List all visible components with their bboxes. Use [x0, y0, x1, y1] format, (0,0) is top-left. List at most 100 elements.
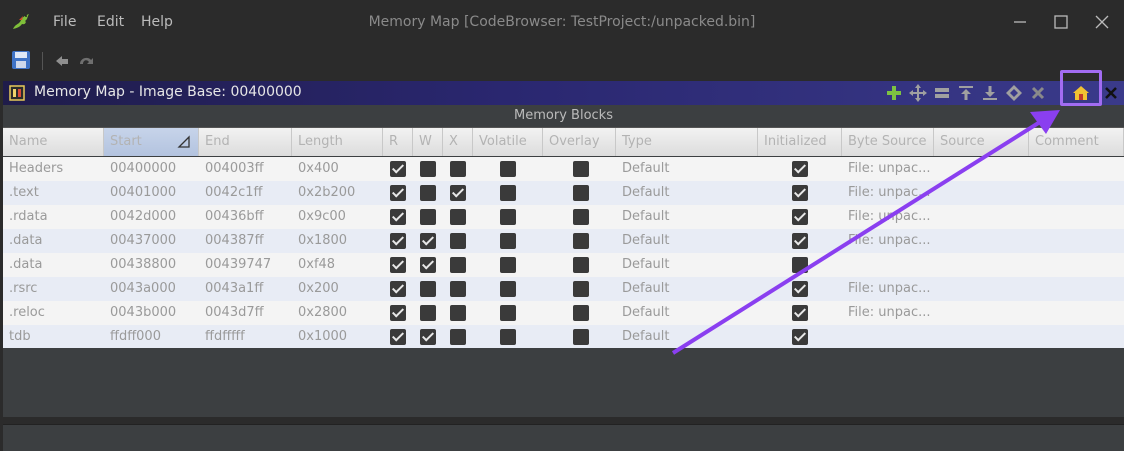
- redo-icon[interactable]: [76, 49, 96, 71]
- cell-start: 00401000: [110, 185, 177, 200]
- checkbox-x[interactable]: [450, 281, 466, 297]
- panel-title: Memory Map - Image Base: 00400000: [34, 84, 302, 100]
- cell-name: .rdata: [9, 209, 48, 224]
- save-icon[interactable]: [10, 49, 32, 71]
- checkbox-x[interactable]: [450, 305, 466, 321]
- column-header-initialized[interactable]: Initialized: [758, 128, 842, 156]
- column-header-comment[interactable]: Comment: [1029, 128, 1124, 156]
- cell-length: 0x9c00: [298, 209, 346, 224]
- expand-down-icon[interactable]: [980, 83, 1000, 103]
- cell-source: [934, 277, 1029, 301]
- table-row[interactable]: .data 00438800 00439747 0xf48 Default: [3, 253, 1124, 277]
- checkbox-r[interactable]: [390, 305, 406, 321]
- checkbox-volatile[interactable]: [500, 281, 516, 297]
- checkbox-w[interactable]: [420, 185, 436, 201]
- checkbox-x[interactable]: [450, 329, 466, 345]
- table-row[interactable]: tdb ffdff000 ffdfffff 0x1000 Default: [3, 325, 1124, 349]
- checkbox-volatile[interactable]: [500, 161, 516, 177]
- table-row[interactable]: .text 00401000 0042c1ff 0x2b200 Default File:…: [3, 181, 1124, 205]
- checkbox-initialized[interactable]: [792, 185, 808, 201]
- checkbox-initialized[interactable]: [792, 209, 808, 225]
- table-row[interactable]: .data 00437000 004387ff 0x1800 Default File: …: [3, 229, 1124, 253]
- table-row[interactable]: Headers 00400000 004003ff 0x400 Default File:…: [3, 157, 1124, 181]
- checkbox-overlay[interactable]: [573, 233, 589, 249]
- checkbox-overlay[interactable]: [573, 161, 589, 177]
- checkbox-w[interactable]: [420, 329, 436, 345]
- checkbox-overlay[interactable]: [573, 281, 589, 297]
- maximize-icon[interactable]: [1049, 10, 1073, 34]
- cell-name: .reloc: [9, 305, 45, 320]
- table-empty-area: [3, 348, 1124, 417]
- merge-blocks-icon[interactable]: [1004, 83, 1024, 103]
- checkbox-overlay[interactable]: [573, 305, 589, 321]
- checkbox-volatile[interactable]: [500, 233, 516, 249]
- cell-comment: [1029, 229, 1124, 253]
- checkbox-r[interactable]: [390, 161, 406, 177]
- checkbox-w[interactable]: [420, 233, 436, 249]
- table-row[interactable]: .rdata 0042d000 00436bff 0x9c00 Default File:…: [3, 205, 1124, 229]
- checkbox-r[interactable]: [390, 257, 406, 273]
- checkbox-initialized[interactable]: [792, 281, 808, 297]
- checkbox-w[interactable]: [420, 305, 436, 321]
- checkbox-w[interactable]: [420, 257, 436, 273]
- move-block-icon[interactable]: [908, 83, 928, 103]
- checkbox-initialized[interactable]: [792, 161, 808, 177]
- cell-type: Default: [622, 209, 670, 224]
- checkbox-x[interactable]: [450, 233, 466, 249]
- column-header-write[interactable]: W: [413, 128, 443, 156]
- column-header-end[interactable]: End: [199, 128, 292, 156]
- delete-block-icon[interactable]: [1028, 83, 1048, 103]
- checkbox-w[interactable]: [420, 209, 436, 225]
- column-header-overlay[interactable]: Overlay: [543, 128, 616, 156]
- checkbox-initialized[interactable]: [792, 305, 808, 321]
- minimize-icon[interactable]: [1008, 10, 1032, 34]
- column-header-execute[interactable]: X: [443, 128, 473, 156]
- cell-source: [934, 205, 1029, 229]
- table-row[interactable]: .rsrc 0043a000 0043a1ff 0x200 Default File: u…: [3, 277, 1124, 301]
- cell-source: [934, 301, 1029, 325]
- column-header-length[interactable]: Length: [292, 128, 383, 156]
- checkbox-volatile[interactable]: [500, 209, 516, 225]
- checkbox-initialized[interactable]: [792, 233, 808, 249]
- cell-end: 00436bff: [205, 209, 264, 224]
- checkbox-r[interactable]: [390, 209, 406, 225]
- checkbox-r[interactable]: [390, 233, 406, 249]
- checkbox-volatile[interactable]: [500, 257, 516, 273]
- checkbox-r[interactable]: [390, 185, 406, 201]
- checkbox-x[interactable]: [450, 161, 466, 177]
- table-row[interactable]: .reloc 0043b000 0043d7ff 0x2800 Default File:…: [3, 301, 1124, 325]
- split-block-icon[interactable]: [932, 83, 952, 103]
- column-header-volatile[interactable]: Volatile: [473, 128, 543, 156]
- checkbox-overlay[interactable]: [573, 209, 589, 225]
- column-header-name[interactable]: Name: [3, 128, 104, 156]
- checkbox-r[interactable]: [390, 329, 406, 345]
- checkbox-initialized[interactable]: [792, 329, 808, 345]
- column-header-type[interactable]: Type: [616, 128, 758, 156]
- column-header-byte-source[interactable]: Byte Source: [842, 128, 934, 156]
- checkbox-r[interactable]: [390, 281, 406, 297]
- cell-comment: [1029, 325, 1124, 349]
- checkbox-x[interactable]: [450, 257, 466, 273]
- column-header-start[interactable]: Start: [104, 128, 199, 156]
- checkbox-initialized[interactable]: [792, 257, 808, 273]
- checkbox-x[interactable]: [450, 209, 466, 225]
- close-window-icon[interactable]: [1090, 10, 1114, 34]
- checkbox-overlay[interactable]: [573, 329, 589, 345]
- undo-icon[interactable]: [52, 49, 72, 71]
- cell-length: 0xf48: [298, 257, 336, 272]
- checkbox-w[interactable]: [420, 281, 436, 297]
- column-header-read[interactable]: R: [383, 128, 413, 156]
- checkbox-overlay[interactable]: [573, 257, 589, 273]
- checkbox-volatile[interactable]: [500, 185, 516, 201]
- checkbox-volatile[interactable]: [500, 329, 516, 345]
- cell-name: .rsrc: [9, 281, 38, 296]
- expand-up-icon[interactable]: [956, 83, 976, 103]
- window-title: Memory Map [CodeBrowser: TestProject:/un…: [368, 14, 756, 30]
- close-icon[interactable]: [1101, 83, 1121, 103]
- column-header-source[interactable]: Source: [934, 128, 1029, 156]
- checkbox-x[interactable]: [450, 185, 466, 201]
- checkbox-w[interactable]: [420, 161, 436, 177]
- checkbox-overlay[interactable]: [573, 185, 589, 201]
- checkbox-volatile[interactable]: [500, 305, 516, 321]
- add-block-icon[interactable]: [884, 83, 904, 103]
